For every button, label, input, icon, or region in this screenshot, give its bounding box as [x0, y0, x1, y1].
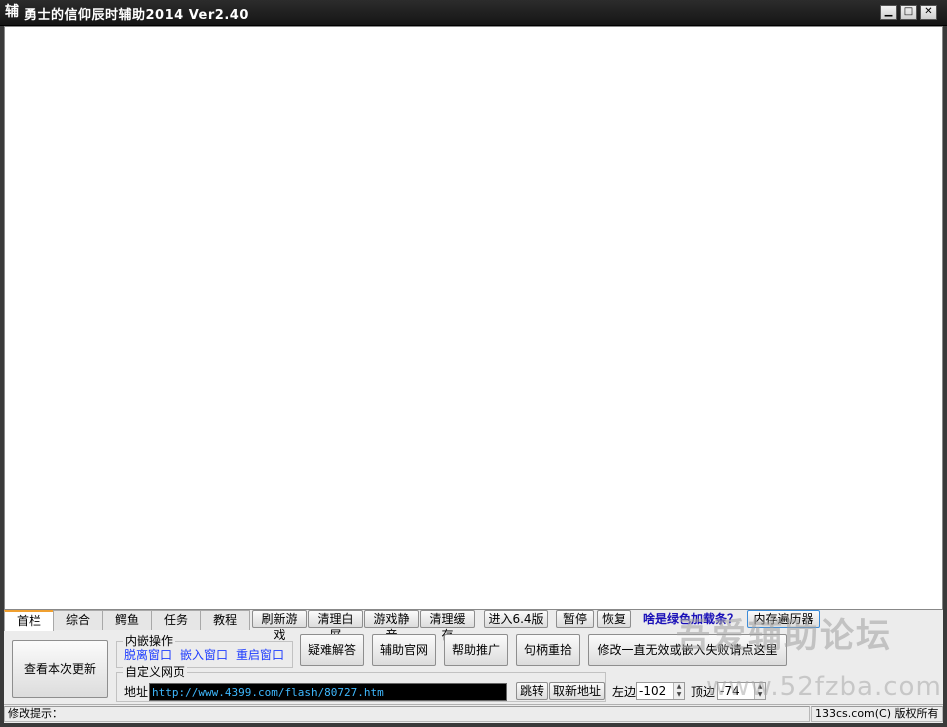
left-offset-label: 左边	[612, 685, 637, 699]
refresh-game-button[interactable]: 刷新游戏	[252, 610, 307, 642]
tab-crocodile[interactable]: 鳄鱼	[102, 610, 153, 630]
help-promote-button[interactable]: 帮助推广	[444, 634, 508, 666]
tab-tutorial[interactable]: 教程	[200, 610, 251, 630]
official-site-button[interactable]: 辅助官网	[372, 634, 436, 666]
modify-hint-label: 修改提示：	[8, 707, 63, 720]
resume-button[interactable]: 恢复	[597, 610, 631, 628]
pause-button[interactable]: 暂停	[556, 610, 594, 628]
minimize-icon: ▁	[884, 6, 893, 17]
copyright-text: 133cs.com(C) 版权所有	[815, 707, 939, 720]
left-offset-value: -102	[639, 684, 667, 698]
maximize-button[interactable]: □	[900, 5, 917, 20]
window-frame-bottom	[0, 723, 947, 727]
tab-bar: 首栏 综合 鳄鱼 任务 教程	[4, 610, 251, 631]
faq-button[interactable]: 疑难解答	[300, 634, 364, 666]
left-offset-arrows: ▲ ▼	[673, 683, 684, 699]
maximize-icon: □	[903, 6, 914, 17]
address-input[interactable]	[149, 683, 507, 701]
watermark-url: www.52fzba.com	[706, 672, 942, 702]
title-bar[interactable]: 辅 勇士的信仰辰时辅助2014 Ver2.40 ▁ □ ✕	[0, 0, 947, 26]
watermark-text: 吾爱辅助论坛	[676, 616, 892, 656]
address-label: 地址	[124, 685, 149, 699]
copyright-cell: 133cs.com(C) 版权所有	[811, 706, 943, 722]
enter-64-button[interactable]: 进入6.4版	[484, 610, 548, 628]
tab-tasks[interactable]: 任务	[151, 610, 202, 630]
embed-window-link[interactable]: 嵌入窗口	[180, 648, 228, 662]
custom-page-title: 自定义网页	[123, 665, 188, 679]
tab-home[interactable]: 首栏	[4, 610, 55, 631]
embed-group-title: 内嵌操作	[123, 634, 176, 648]
app-icon: 辅	[5, 4, 19, 20]
clear-white-screen-button[interactable]: 清理白屏	[308, 610, 363, 642]
window-title: 勇士的信仰辰时辅助2014 Ver2.40	[24, 8, 249, 23]
window-frame-right	[943, 26, 947, 727]
left-offset-stepper[interactable]: -102 ▲ ▼	[636, 682, 685, 700]
fetch-address-button[interactable]: 取新地址	[549, 682, 605, 700]
modify-hint-cell: 修改提示：	[4, 706, 810, 722]
spin-up-icon[interactable]: ▲	[674, 683, 684, 691]
mute-game-button[interactable]: 游戏静音	[364, 610, 419, 642]
minimize-button[interactable]: ▁	[880, 5, 897, 20]
clear-cache-button[interactable]: 清理缓存	[420, 610, 475, 642]
handle-reset-button[interactable]: 句柄重拾	[516, 634, 580, 666]
restart-window-link[interactable]: 重启窗口	[236, 648, 284, 662]
embedded-game-area[interactable]	[4, 26, 943, 610]
status-bar: 修改提示： 133cs.com(C) 版权所有	[4, 704, 943, 723]
tab-general[interactable]: 综合	[53, 610, 104, 630]
spin-down-icon[interactable]: ▼	[674, 691, 684, 699]
view-update-button[interactable]: 查看本次更新	[12, 640, 108, 698]
close-icon: ✕	[924, 6, 933, 17]
close-button[interactable]: ✕	[920, 5, 937, 20]
detach-window-link[interactable]: 脱离窗口	[124, 648, 172, 662]
jump-button[interactable]: 跳转	[516, 682, 548, 700]
